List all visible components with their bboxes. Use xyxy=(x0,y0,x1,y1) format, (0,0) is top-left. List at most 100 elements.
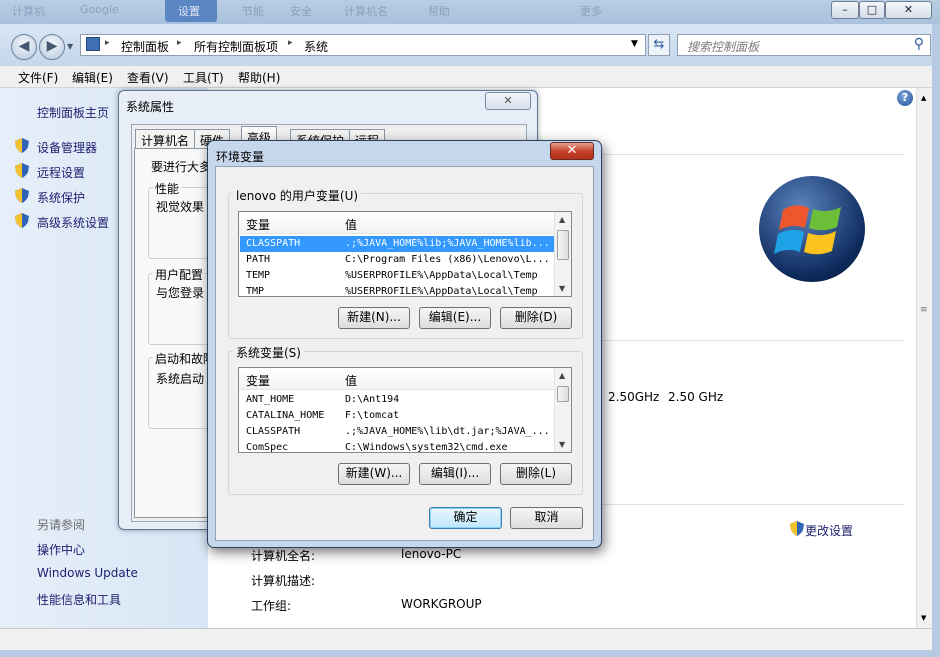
user-delete-button[interactable]: 删除(D) xyxy=(500,307,572,329)
breadcrumb-item[interactable]: 控制面板 xyxy=(121,38,169,55)
column-header-value[interactable]: 值 xyxy=(345,216,357,233)
column-header-variable[interactable]: 变量 xyxy=(246,372,270,389)
variable-name: ComSpec xyxy=(246,442,289,453)
vertical-scrollbar[interactable]: ▲ ≡ ▼ xyxy=(916,88,932,628)
ghost-text: 更多 xyxy=(580,5,602,18)
search-box[interactable]: 搜索控制面板 ⚲ xyxy=(677,34,931,56)
change-settings-link[interactable]: 更改设置 xyxy=(805,522,853,539)
scroll-up-icon[interactable]: ▲ xyxy=(559,215,565,224)
window-close-button[interactable]: ✕ xyxy=(885,1,932,19)
dialog-title: 系统属性 xyxy=(126,100,175,114)
scroll-thumb[interactable] xyxy=(557,386,569,402)
shield-icon xyxy=(15,138,29,153)
action-center-link[interactable]: 操作中心 xyxy=(37,541,85,558)
list-item[interactable]: PATH C:\Program Files (x86)\Lenovo\L... xyxy=(240,252,555,268)
menu-file[interactable]: 文件(F) xyxy=(18,69,58,86)
minimize-button[interactable]: – xyxy=(831,1,859,19)
scroll-up-icon[interactable]: ▲ xyxy=(921,94,926,102)
menu-tools[interactable]: 工具(T) xyxy=(183,69,224,86)
forward-button[interactable]: ▶ xyxy=(39,34,65,60)
windows-update-link[interactable]: Windows Update xyxy=(37,566,138,580)
tab-computer-name[interactable]: 计算机名 xyxy=(135,129,196,149)
computer-full-name-value: lenovo-PC xyxy=(401,547,462,561)
system-delete-button[interactable]: 删除(L) xyxy=(500,463,572,485)
system-new-button[interactable]: 新建(W)... xyxy=(338,463,410,485)
variable-value: C:\Windows\system32\cmd.exe xyxy=(345,442,508,453)
variable-value: D:\Ant194 xyxy=(345,394,400,405)
ok-button[interactable]: 确定 xyxy=(429,507,502,529)
refresh-icon: ⇆ xyxy=(653,37,665,52)
variable-value: C:\Program Files (x86)\Lenovo\L... xyxy=(345,254,550,265)
menu-help[interactable]: 帮助(H) xyxy=(238,69,280,86)
ghost-text: 计算机名 xyxy=(344,5,388,18)
search-icon[interactable]: ⚲ xyxy=(914,36,924,52)
breadcrumb-item[interactable]: 系统 xyxy=(304,38,328,55)
scroll-grip-icon[interactable]: ≡ xyxy=(920,305,928,315)
status-bar xyxy=(0,628,940,650)
env-close-button[interactable]: ✕ xyxy=(550,142,594,160)
list-item[interactable]: CLASSPATH .;%JAVA_HOME%\lib\dt.jar;%JAVA_… xyxy=(240,424,555,440)
window-frame xyxy=(932,24,940,657)
computer-full-name-label: 计算机全名: xyxy=(251,549,316,563)
device-manager-link[interactable]: 设备管理器 xyxy=(37,139,97,156)
address-bar[interactable]: ▸ 控制面板 ▸ 所有控制面板项 ▸ 系统 ▼ xyxy=(80,34,646,56)
list-item[interactable]: ComSpec C:\Windows\system32\cmd.exe xyxy=(240,440,555,453)
user-new-button[interactable]: 新建(N)... xyxy=(338,307,410,329)
variable-value: %USERPROFILE%\AppData\Local\Temp xyxy=(345,286,538,297)
dialog-title: 环境变量 xyxy=(216,150,265,164)
user-variables-title: lenovo 的用户变量(U) xyxy=(233,187,362,204)
section-divider xyxy=(601,154,904,155)
remote-settings-link[interactable]: 远程设置 xyxy=(37,164,85,181)
scroll-up-icon[interactable]: ▲ xyxy=(559,371,565,380)
performance-info-link[interactable]: 性能信息和工具 xyxy=(37,591,121,608)
shield-icon xyxy=(790,521,804,536)
ghost-text: 计算机 xyxy=(12,5,45,18)
maximize-button[interactable]: □ xyxy=(859,1,885,19)
scroll-down-icon[interactable]: ▼ xyxy=(559,284,565,293)
shield-icon xyxy=(15,213,29,228)
variable-name: CLASSPATH xyxy=(246,426,301,437)
section-divider xyxy=(601,504,904,505)
list-scrollbar[interactable]: ▲ ▼ xyxy=(554,212,571,296)
breadcrumb-sep-icon: ▸ xyxy=(288,38,293,48)
system-variables-list[interactable]: 变量 值 ANT_HOME D:\Ant194 CATALINA_HOME F:\t… xyxy=(238,367,572,453)
sysprop-close-button[interactable]: ✕ xyxy=(485,92,531,110)
computer-description-label: 计算机描述: xyxy=(251,574,316,588)
back-button[interactable]: ◀ xyxy=(11,34,37,60)
list-scrollbar[interactable]: ▲ ▼ xyxy=(554,368,571,452)
search-input[interactable]: 搜索控制面板 xyxy=(687,38,759,55)
menu-edit[interactable]: 编辑(E) xyxy=(72,69,113,86)
user-edit-button[interactable]: 编辑(E)... xyxy=(419,307,491,329)
control-panel-home-link[interactable]: 控制面板主页 xyxy=(37,104,109,121)
user-variables-list[interactable]: 变量 值 CLASSPATH .;%JAVA_HOME%lib;%JAVA_HOM… xyxy=(238,211,572,297)
help-icon[interactable]: ? xyxy=(897,90,913,106)
system-edit-button[interactable]: 编辑(I)... xyxy=(419,463,491,485)
list-item[interactable]: TMP %USERPROFILE%\AppData\Local\Temp xyxy=(240,284,555,297)
system-protection-link[interactable]: 系统保护 xyxy=(37,189,85,206)
workgroup-label: 工作组: xyxy=(251,599,292,613)
list-item[interactable]: CATALINA_HOME F:\tomcat xyxy=(240,408,555,424)
variable-value: %USERPROFILE%\AppData\Local\Temp xyxy=(345,270,538,281)
column-header-variable[interactable]: 变量 xyxy=(246,216,270,233)
scroll-down-icon[interactable]: ▼ xyxy=(921,614,926,622)
menu-view[interactable]: 查看(V) xyxy=(127,69,169,86)
address-dropdown-icon[interactable]: ▼ xyxy=(631,39,638,49)
variable-value: .;%JAVA_HOME%\lib\dt.jar;%JAVA_... xyxy=(345,426,550,437)
cancel-button[interactable]: 取消 xyxy=(510,507,583,529)
list-item[interactable]: TEMP %USERPROFILE%\AppData\Local\Temp xyxy=(240,268,555,284)
refresh-button[interactable]: ⇆ xyxy=(648,34,670,56)
column-header-value[interactable]: 值 xyxy=(345,372,357,389)
list-item[interactable]: CLASSPATH .;%JAVA_HOME%lib;%JAVA_HOME%lib… xyxy=(240,236,555,252)
scroll-thumb[interactable] xyxy=(557,230,569,260)
variable-name: TEMP xyxy=(246,270,271,281)
recent-pages-chevron-icon[interactable]: ▼ xyxy=(67,42,73,51)
background-taskbar-strip: 计算机 Google 设置 节能 安全 计算机名 帮助 更多 xyxy=(0,0,940,24)
window-frame xyxy=(0,650,940,657)
scroll-down-icon[interactable]: ▼ xyxy=(559,440,565,449)
variable-name: CATALINA_HOME xyxy=(246,410,325,421)
workgroup-value: WORKGROUP xyxy=(401,597,482,611)
ghost-text: 节能 xyxy=(242,5,264,18)
list-item[interactable]: ANT_HOME D:\Ant194 xyxy=(240,392,555,408)
breadcrumb-item[interactable]: 所有控制面板项 xyxy=(194,38,278,55)
advanced-system-settings-link[interactable]: 高级系统设置 xyxy=(37,214,109,231)
